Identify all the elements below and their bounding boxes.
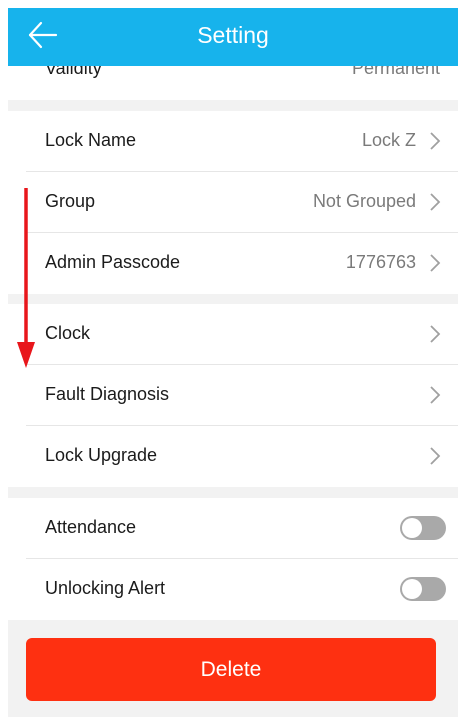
clock-label: Clock — [45, 323, 91, 343]
lock-name-row[interactable]: Lock Name Lock Z — [8, 111, 458, 172]
fault-diagnosis-row[interactable]: Fault Diagnosis — [8, 365, 458, 426]
chevron-right-icon — [430, 193, 441, 211]
lock-name-label: Lock Name — [45, 130, 137, 150]
attendance-label: Attendance — [45, 517, 137, 537]
delete-button[interactable]: Delete — [26, 638, 436, 701]
attendance-row: Attendance — [8, 498, 458, 559]
fault-diagnosis-label: Fault Diagnosis — [45, 384, 170, 404]
unlocking-alert-toggle[interactable] — [400, 577, 446, 601]
chevron-right-icon — [430, 132, 441, 150]
lock-name-value: Lock Z — [361, 130, 416, 150]
chevron-right-icon — [430, 447, 441, 465]
group-label: Group — [45, 191, 96, 211]
app-header: Setting — [8, 8, 458, 66]
admin-passcode-value: 1776763 — [345, 252, 416, 272]
toggle-knob — [402, 518, 422, 538]
attendance-toggle[interactable] — [400, 516, 446, 540]
admin-passcode-label: Admin Passcode — [45, 252, 181, 272]
chevron-right-icon — [430, 325, 441, 343]
unlocking-alert-label: Unlocking Alert — [45, 578, 166, 598]
chevron-right-icon — [430, 386, 441, 404]
settings-screen: Validity Permanent Setting Lock Name Loc… — [8, 8, 458, 717]
toggle-knob — [402, 579, 422, 599]
admin-passcode-row[interactable]: Admin Passcode 1776763 — [8, 233, 458, 294]
red-down-arrow-icon — [17, 188, 35, 368]
lock-upgrade-label: Lock Upgrade — [45, 445, 158, 465]
group-value: Not Grouped — [312, 191, 416, 211]
group-row[interactable]: Group Not Grouped — [8, 172, 458, 233]
chevron-right-icon — [430, 254, 441, 272]
unlocking-alert-row: Unlocking Alert — [8, 559, 458, 620]
screenshot: Validity Permanent Setting Lock Name Loc… — [0, 0, 460, 717]
clock-row[interactable]: Clock — [8, 304, 458, 365]
lock-upgrade-row[interactable]: Lock Upgrade — [8, 426, 458, 487]
page-title: Setting — [197, 22, 269, 48]
